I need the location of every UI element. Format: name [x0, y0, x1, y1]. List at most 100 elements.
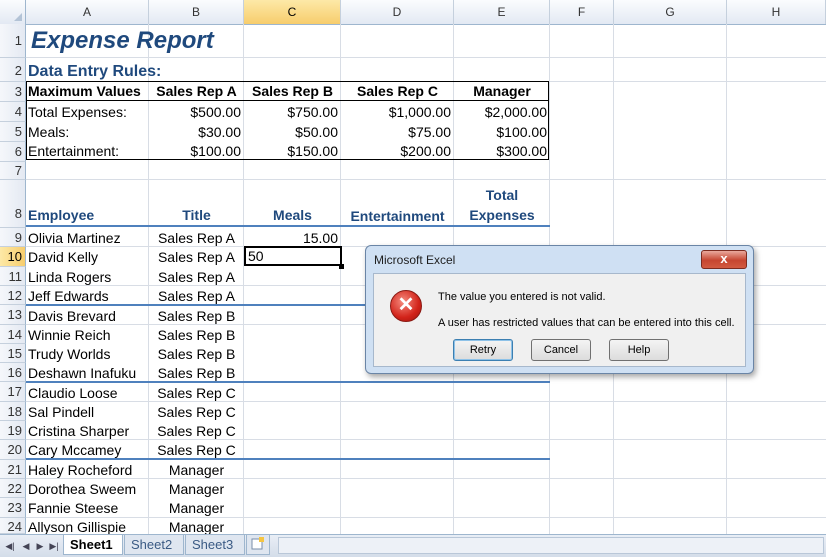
next-sheet-icon[interactable]: ▶: [34, 539, 46, 553]
employee-title[interactable]: Sales Rep B: [149, 326, 244, 345]
row-header-17[interactable]: 17: [0, 382, 26, 402]
row-header-23[interactable]: 23: [0, 498, 26, 518]
rules-label-entertainment[interactable]: Entertainment:: [28, 142, 119, 161]
header-entertainment[interactable]: Entertainment: [341, 207, 454, 226]
employee-name[interactable]: Sal Pindell: [28, 403, 94, 422]
employee-name[interactable]: David Kelly: [28, 248, 98, 267]
row-header-22[interactable]: 22: [0, 479, 26, 498]
row-header-8[interactable]: 8: [0, 180, 26, 228]
row-header-10[interactable]: 10: [0, 247, 26, 267]
rules-header-rep-c[interactable]: Sales Rep C: [341, 82, 454, 101]
column-header-a[interactable]: A: [26, 0, 149, 24]
rules-value[interactable]: $30.00: [149, 123, 241, 142]
rules-value[interactable]: $100.00: [149, 142, 241, 161]
rules-header-max[interactable]: Maximum Values: [28, 82, 141, 101]
row-header-13[interactable]: 13: [0, 305, 26, 325]
report-title[interactable]: Expense Report: [31, 26, 214, 56]
rules-header-rep-a[interactable]: Sales Rep A: [149, 82, 244, 101]
row-header-3[interactable]: 3: [0, 82, 26, 102]
rules-value[interactable]: $50.00: [244, 123, 338, 142]
rules-value[interactable]: $200.00: [341, 142, 451, 161]
column-header-d[interactable]: D: [341, 0, 454, 24]
row-header-21[interactable]: 21: [0, 460, 26, 479]
help-button[interactable]: Help: [609, 339, 669, 361]
row-header-7[interactable]: 7: [0, 162, 26, 180]
header-total-line2[interactable]: Expenses: [454, 206, 550, 225]
rules-value[interactable]: $300.00: [454, 142, 547, 161]
row-header-5[interactable]: 5: [0, 122, 26, 142]
employee-name[interactable]: Winnie Reich: [28, 326, 110, 345]
rules-value[interactable]: $100.00: [454, 123, 547, 142]
employee-title[interactable]: Sales Rep C: [149, 403, 244, 422]
rules-value[interactable]: $150.00: [244, 142, 338, 161]
column-header-h[interactable]: H: [727, 0, 826, 24]
rules-value[interactable]: $75.00: [341, 123, 451, 142]
retry-button[interactable]: Retry: [453, 339, 513, 361]
row-header-4[interactable]: 4: [0, 102, 26, 122]
employee-name[interactable]: Olivia Martinez: [28, 229, 121, 248]
employee-title[interactable]: Sales Rep A: [149, 229, 244, 248]
tab-sheet3[interactable]: Sheet3: [185, 535, 245, 555]
column-header-f[interactable]: F: [550, 0, 614, 24]
employee-name[interactable]: Cristina Sharper: [28, 422, 129, 441]
prev-sheet-icon[interactable]: ◀: [20, 539, 32, 553]
rules-header-manager[interactable]: Manager: [454, 82, 550, 101]
rules-value[interactable]: $500.00: [149, 103, 241, 122]
rules-value[interactable]: $2,000.00: [454, 103, 547, 122]
row-header-11[interactable]: 11: [0, 267, 26, 286]
insert-sheet-icon[interactable]: [246, 535, 270, 555]
employee-name[interactable]: Claudio Loose: [28, 384, 118, 403]
rules-heading[interactable]: Data Entry Rules:: [28, 62, 161, 81]
rules-value[interactable]: $1,000.00: [341, 103, 451, 122]
row-header-2[interactable]: 2: [0, 58, 26, 82]
last-sheet-icon[interactable]: ▶|: [48, 539, 60, 553]
header-total-line1[interactable]: Total: [454, 186, 550, 205]
employee-name[interactable]: Fannie Steese: [28, 499, 118, 518]
close-icon[interactable]: x: [701, 250, 747, 269]
rules-label-total[interactable]: Total Expenses:: [28, 103, 127, 122]
first-sheet-icon[interactable]: ◀|: [4, 539, 16, 553]
employee-title[interactable]: Manager: [149, 499, 244, 518]
row-header-1[interactable]: 1: [0, 24, 26, 58]
header-title[interactable]: Title: [149, 206, 244, 225]
active-cell-editor[interactable]: 50: [244, 246, 342, 266]
tab-sheet2[interactable]: Sheet2: [124, 535, 184, 555]
rules-header-rep-b[interactable]: Sales Rep B: [244, 82, 341, 101]
row-header-24[interactable]: 24: [0, 518, 26, 534]
employee-title[interactable]: Sales Rep B: [149, 345, 244, 364]
header-meals[interactable]: Meals: [244, 206, 341, 225]
horizontal-scrollbar[interactable]: [278, 537, 824, 554]
header-employee[interactable]: Employee: [28, 206, 94, 225]
employee-name[interactable]: Trudy Worlds: [28, 345, 110, 364]
cancel-button[interactable]: Cancel: [531, 339, 591, 361]
row-header-15[interactable]: 15: [0, 344, 26, 363]
employee-title[interactable]: Sales Rep B: [149, 307, 244, 326]
employee-name[interactable]: Linda Rogers: [28, 268, 111, 287]
employee-title[interactable]: Sales Rep A: [149, 268, 244, 287]
employee-name[interactable]: Davis Brevard: [28, 307, 116, 326]
tab-sheet1[interactable]: Sheet1: [63, 535, 123, 555]
employee-title[interactable]: Sales Rep C: [149, 422, 244, 441]
column-header-e[interactable]: E: [454, 0, 550, 24]
employee-title[interactable]: Manager: [149, 461, 244, 480]
employee-name[interactable]: Haley Rocheford: [28, 461, 132, 480]
select-all-corner[interactable]: [0, 0, 26, 24]
row-header-16[interactable]: 16: [0, 363, 26, 382]
row-header-14[interactable]: 14: [0, 325, 26, 344]
employee-title[interactable]: Sales Rep C: [149, 384, 244, 403]
row-header-19[interactable]: 19: [0, 421, 26, 440]
column-header-b[interactable]: B: [149, 0, 244, 24]
employee-title[interactable]: Sales Rep A: [149, 248, 244, 267]
employee-title[interactable]: Manager: [149, 480, 244, 499]
row-header-18[interactable]: 18: [0, 402, 26, 421]
employee-name[interactable]: Dorothea Sweem: [28, 480, 136, 499]
rules-label-meals[interactable]: Meals:: [28, 123, 69, 142]
column-header-c[interactable]: C: [244, 0, 341, 24]
row-header-9[interactable]: 9: [0, 228, 26, 247]
row-header-6[interactable]: 6: [0, 142, 26, 162]
row-header-12[interactable]: 12: [0, 286, 26, 305]
rules-value[interactable]: $750.00: [244, 103, 338, 122]
column-header-g[interactable]: G: [614, 0, 727, 24]
row-header-20[interactable]: 20: [0, 440, 26, 460]
fill-handle[interactable]: [339, 264, 344, 269]
